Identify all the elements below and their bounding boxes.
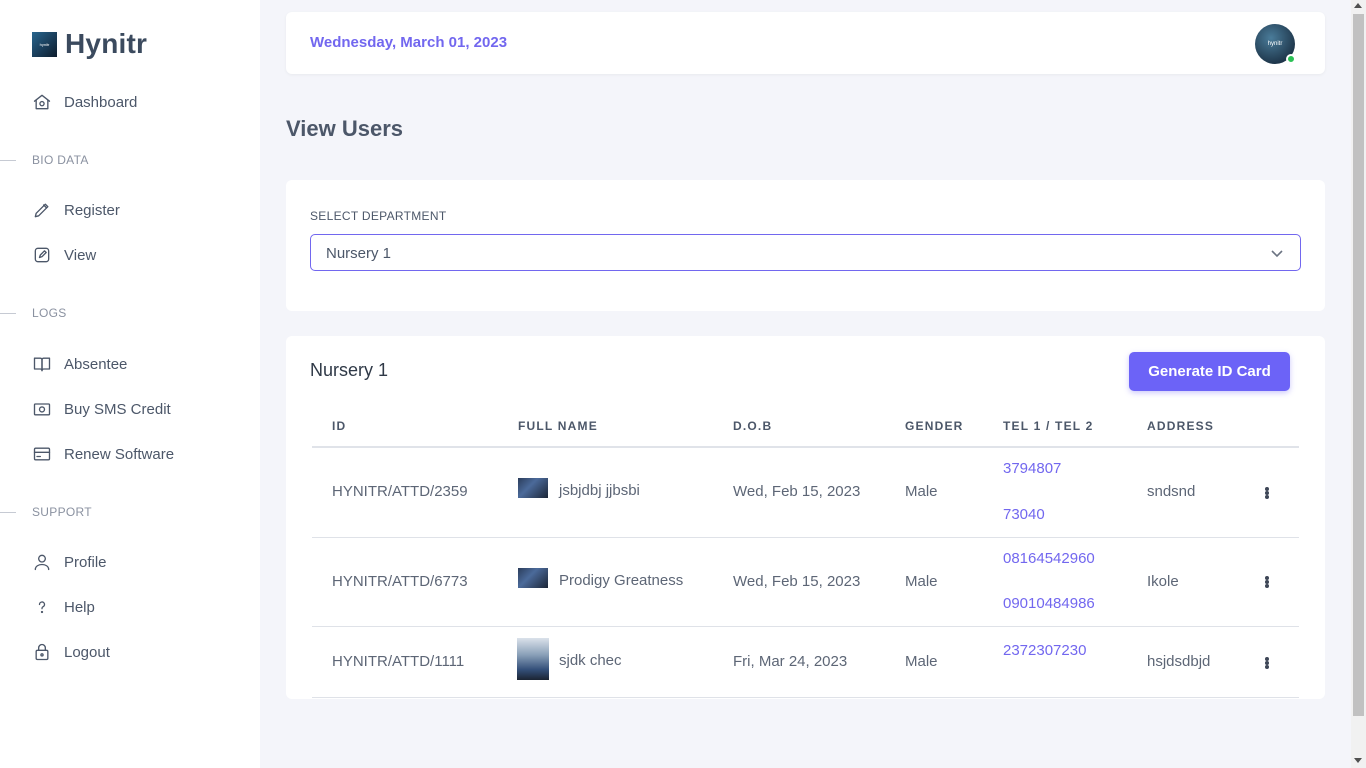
column-header-full-name: FULL NAME <box>518 419 598 433</box>
cell-tel2[interactable]: 09010484986 <box>1003 595 1095 612</box>
sidebar-item-renew[interactable]: Renew Software <box>32 442 174 466</box>
cell-address: sndsnd <box>1147 483 1196 500</box>
user-icon <box>34 554 50 571</box>
sidebar-item-label: View <box>64 246 97 264</box>
brand-logo: hynitr <box>32 31 57 57</box>
page-scrollbar[interactable] <box>1351 0 1366 768</box>
sidebar-item-label: Profile <box>64 553 107 571</box>
sidebar-item-logout[interactable]: Logout <box>32 640 110 664</box>
scroll-up-arrow-icon[interactable] <box>1354 3 1362 8</box>
sidebar-item-label: Dashboard <box>64 93 138 111</box>
row-divider <box>312 697 1299 698</box>
cell-gender: Male <box>905 483 938 500</box>
home-icon <box>33 94 51 110</box>
sidebar-item-label: Register <box>64 201 120 219</box>
cell-gender: Male <box>905 653 938 670</box>
brand-logo-text: hynitr <box>39 41 50 47</box>
current-date: Wednesday, March 01, 2023 <box>310 34 508 51</box>
sidebar-item-register[interactable]: Register <box>32 198 120 222</box>
credit-card-icon <box>33 447 51 461</box>
chevron-down-icon <box>1271 250 1283 258</box>
cell-full-name: sjdk chec <box>559 652 622 669</box>
sidebar-item-label: Help <box>64 598 95 616</box>
sidebar-item-dashboard[interactable]: Dashboard <box>32 90 137 114</box>
camera-icon <box>33 403 51 416</box>
lock-icon <box>35 643 49 661</box>
section-label: LOGS <box>32 306 67 320</box>
column-header-id: ID <box>332 419 347 433</box>
cell-gender: Male <box>905 573 938 590</box>
sidebar-item-label: Absentee <box>64 355 128 373</box>
brand-name: Hynitr <box>65 28 148 59</box>
section-title-support: SUPPORT <box>0 504 92 520</box>
column-header-gender: GENDER <box>905 419 964 433</box>
cell-address: hsjdsdbjd <box>1147 653 1211 670</box>
department-card: SELECT DEPARTMENT Nursery 1 <box>286 180 1325 311</box>
cell-id: HYNITR/ATTD/1111 <box>332 653 465 670</box>
users-table-card: Nursery 1 Generate ID Card ID FULL NAME … <box>286 336 1325 699</box>
user-photo <box>518 568 548 588</box>
scroll-down-arrow-icon[interactable] <box>1354 758 1362 763</box>
section-title-bio: BIO DATA <box>0 152 89 168</box>
edit-square-icon <box>34 247 50 263</box>
sidebar-item-absentee[interactable]: Absentee <box>32 352 127 376</box>
row-divider <box>312 626 1299 627</box>
section-label: BIO DATA <box>32 153 89 167</box>
cell-id: HYNITR/ATTD/2359 <box>332 483 468 500</box>
section-title-logs: LOGS <box>0 305 67 321</box>
sidebar: hynitr Hynitr Dashboard BIO DATA Registe… <box>0 0 260 768</box>
header-divider <box>312 446 1299 448</box>
user-photo <box>517 638 549 680</box>
cell-full-name: Prodigy Greatness <box>559 572 684 589</box>
cell-address: Ikole <box>1147 573 1179 590</box>
department-selected-value: Nursery 1 <box>326 245 392 262</box>
cell-tel1[interactable]: 08164542960 <box>1003 550 1095 567</box>
cell-dob: Wed, Feb 15, 2023 <box>733 483 861 500</box>
brand[interactable]: hynitr Hynitr <box>32 28 147 60</box>
user-photo <box>518 478 548 498</box>
column-header-address: ADDRESS <box>1147 419 1215 433</box>
top-bar: Wednesday, March 01, 2023 hynitr <box>286 12 1325 74</box>
pencil-icon <box>34 203 49 218</box>
scrollbar-thumb[interactable] <box>1353 14 1364 716</box>
sidebar-item-view[interactable]: View <box>32 243 96 267</box>
cell-tel1[interactable]: 3794807 <box>1003 460 1061 477</box>
row-actions-menu-icon[interactable] <box>1259 655 1275 671</box>
department-label: SELECT DEPARTMENT <box>310 209 447 223</box>
cell-tel2[interactable]: 73040 <box>1003 506 1045 523</box>
avatar-text: hynitr <box>1267 41 1283 47</box>
question-icon <box>38 601 46 614</box>
section-label: SUPPORT <box>32 505 92 519</box>
cell-tel1[interactable]: 2372307230 <box>1003 642 1086 659</box>
cell-dob: Fri, Mar 24, 2023 <box>733 653 848 670</box>
sidebar-item-help[interactable]: Help <box>32 595 95 619</box>
row-actions-menu-icon[interactable] <box>1259 574 1275 590</box>
table-title: Nursery 1 <box>310 360 389 380</box>
cell-dob: Wed, Feb 15, 2023 <box>733 573 861 590</box>
sidebar-item-label: Logout <box>64 643 110 661</box>
online-status-dot <box>1286 54 1296 64</box>
sidebar-item-label: Buy SMS Credit <box>64 400 171 418</box>
row-divider <box>312 537 1299 538</box>
sidebar-item-profile[interactable]: Profile <box>32 550 107 574</box>
sidebar-item-label: Renew Software <box>64 445 175 463</box>
column-header-tel: TEL 1 / TEL 2 <box>1003 419 1094 433</box>
book-icon <box>33 357 51 372</box>
page-title: View Users <box>286 116 404 141</box>
cell-id: HYNITR/ATTD/6773 <box>332 573 468 590</box>
generate-id-card-button[interactable]: Generate ID Card <box>1129 352 1290 391</box>
cell-full-name: jsbjdbj jjbsbi <box>559 482 640 499</box>
department-select[interactable]: Nursery 1 <box>310 234 1301 271</box>
column-header-dob: D.O.B <box>733 419 773 433</box>
row-actions-menu-icon[interactable] <box>1259 485 1275 501</box>
sidebar-item-buy-sms[interactable]: Buy SMS Credit <box>32 397 171 421</box>
